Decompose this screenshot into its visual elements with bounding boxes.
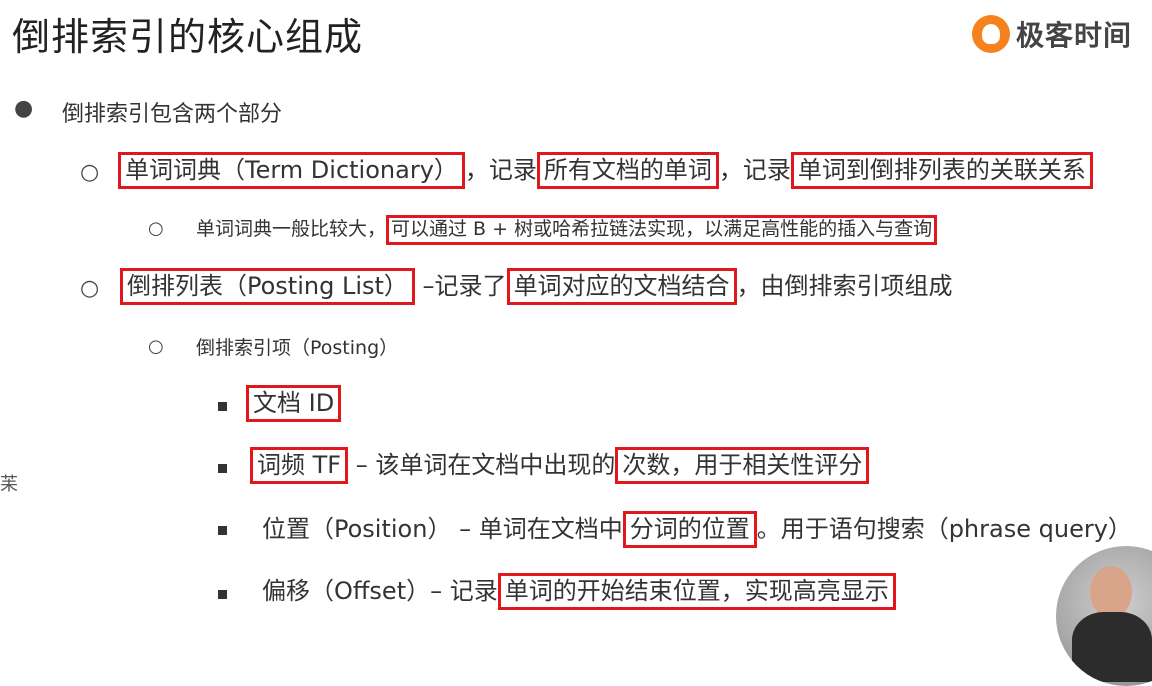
avatar-head	[1090, 566, 1132, 618]
all-doc-words: 所有文档的单词	[536, 152, 719, 190]
tf-label: 词频 TF	[250, 447, 349, 485]
term-dictionary-label: 单词词典（Term Dictionary）	[118, 152, 465, 190]
logo: 极客时间	[972, 12, 1132, 56]
position-tail: 。用于语句搜索（phrase query）	[756, 515, 1132, 543]
term-dictionary-sub-plain: 单词词典一般比较大，	[196, 218, 387, 240]
circle-bullet-small-icon: ○	[148, 218, 164, 239]
square-bullet-icon	[218, 590, 227, 599]
word-doc-set: 单词对应的文档结合	[506, 268, 737, 306]
term-dictionary-mid2: ，记录	[718, 156, 791, 184]
posting-list-label: 倒排列表（Posting List）	[120, 268, 415, 306]
offset-plain: 偏移（Offset）– 记录	[262, 577, 498, 605]
term-dictionary-line: 单词词典（Term Dictionary） ，记录 所有文档的单词 ，记录 单词到倒排列…	[118, 150, 1093, 190]
position-boxed: 分词的位置	[622, 511, 757, 549]
circle-bullet-icon: ○	[80, 160, 100, 185]
square-bullet-icon	[218, 402, 227, 411]
term-dictionary-mid1: ，记录	[464, 156, 537, 184]
tf-boxed2: 次数，用于相关性评分	[615, 447, 870, 485]
position-plain: 位置（Position） – 单词在文档中	[262, 515, 623, 543]
logo-text: 极客时间	[1016, 19, 1133, 52]
doc-id-line: 文档 ID	[246, 385, 342, 423]
bullet-text: 倒排索引包含两个部分	[62, 102, 283, 127]
posting-text: 倒排索引项（Posting）	[196, 337, 399, 359]
presenter-avatar	[1056, 546, 1152, 686]
posting-list-tail: ，由倒排索引项组成	[736, 272, 953, 300]
posting-list-line: 倒排列表（Posting List） –记录了 单词对应的文档结合 ，由倒排索引项组…	[120, 266, 953, 306]
term-dictionary-sub-boxed: 可以通过 B + 树或哈希拉链法实现，以满足高性能的插入与查询	[386, 215, 938, 245]
circle-bullet-icon: ○	[80, 276, 100, 301]
posting-list-mid: –记录了	[414, 272, 507, 300]
square-bullet-icon	[218, 464, 227, 473]
doc-id-label: 文档 ID	[246, 385, 342, 423]
square-bullet-icon	[218, 526, 227, 535]
offset-boxed: 单词的开始结束位置，实现高亮显示	[497, 573, 896, 611]
position-line: 位置（Position） – 单词在文档中 分词的位置 。用于语句搜索（phrase…	[262, 509, 1132, 549]
page-title: 倒排索引的核心组成	[12, 15, 364, 59]
word-to-posting-relation: 单词到倒排列表的关联关系	[790, 152, 1093, 190]
circle-bullet-small-icon: ○	[148, 336, 164, 357]
edge-mark: 苿	[0, 474, 18, 495]
logo-icon	[972, 15, 1010, 53]
term-dictionary-sub-line: 单词词典一般比较大， 可以通过 B + 树或哈希拉链法实现，以满足高性能的插入与查…	[196, 214, 938, 245]
tf-line: 词频 TF – 该单词在文档中出现的 次数，用于相关性评分	[250, 445, 870, 485]
offset-line: 偏移（Offset）– 记录 单词的开始结束位置，实现高亮显示	[262, 571, 896, 611]
tf-mid: – 该单词在文档中出现的	[348, 451, 616, 479]
bullet-dot-icon: ●	[14, 96, 34, 121]
